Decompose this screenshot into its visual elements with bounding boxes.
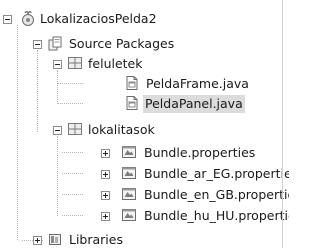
collapse-toggle[interactable]: [3, 15, 12, 24]
tree-node-libraries[interactable]: Libraries: [0, 230, 280, 248]
package-label: feluletek: [88, 56, 143, 71]
tree-node-package-lokalitasok[interactable]: lokalitasok: [0, 120, 280, 140]
collapse-toggle[interactable]: [33, 40, 42, 49]
source-packages-icon: [48, 36, 62, 51]
collapse-toggle[interactable]: [53, 60, 62, 69]
java-form-icon: [126, 76, 138, 90]
properties-file-icon: [122, 188, 136, 200]
properties-file-icon: [122, 209, 136, 221]
project-icon: [22, 11, 34, 26]
panel-border: [282, 0, 283, 248]
source-packages-label: Source Packages: [69, 36, 175, 51]
tree-node-file-bundle-en-gb[interactable]: Bundle_en_GB.properties: [0, 185, 289, 205]
package-icon: [68, 123, 82, 135]
collapse-toggle[interactable]: [53, 126, 62, 135]
package-label: lokalitasok: [88, 122, 155, 137]
expand-toggle[interactable]: [101, 191, 110, 200]
tree-node-file-bundle[interactable]: Bundle.properties: [0, 143, 289, 163]
libraries-icon: [49, 234, 61, 245]
package-icon: [68, 57, 82, 69]
file-label: Bundle_en_GB.properties: [144, 187, 289, 202]
tree-node-file-bundle-hu-hu[interactable]: Bundle_hu_HU.properties: [0, 206, 289, 226]
expand-toggle[interactable]: [101, 149, 110, 158]
expand-toggle[interactable]: [101, 170, 110, 179]
tree-node-source-packages[interactable]: Source Packages: [0, 34, 280, 54]
file-label: PeldaFrame.java: [146, 76, 249, 91]
properties-file-icon: [122, 167, 136, 179]
file-label-selected: PeldaPanel.java: [143, 95, 245, 113]
libraries-label: Libraries: [69, 232, 123, 247]
tree-node-file-bundle-ar-eg[interactable]: Bundle_ar_EG.properties: [0, 164, 289, 184]
tree-node-file-peldaframe[interactable]: PeldaFrame.java: [0, 74, 280, 94]
expand-toggle[interactable]: [33, 236, 42, 245]
file-label: Bundle.properties: [144, 145, 256, 160]
file-label: Bundle_hu_HU.properties: [144, 208, 289, 223]
project-tree: LokalizaciosPelda2 Source Packages felul…: [0, 0, 289, 248]
tree-node-project[interactable]: LokalizaciosPelda2: [0, 9, 280, 29]
properties-file-icon: [122, 146, 136, 158]
java-form-icon: [126, 96, 138, 110]
expand-toggle[interactable]: [101, 212, 110, 221]
tree-node-file-peldapanel[interactable]: PeldaPanel.java: [0, 94, 280, 114]
file-label: Bundle_ar_EG.properties: [144, 166, 289, 181]
tree-node-package-feluletek[interactable]: feluletek: [0, 54, 280, 74]
project-label: LokalizaciosPelda2: [40, 11, 157, 26]
